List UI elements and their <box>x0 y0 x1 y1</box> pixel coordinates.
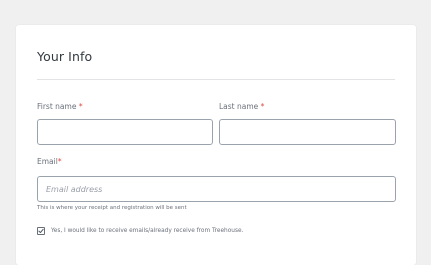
consent-row: Yes, I would like to receive emails/alre… <box>37 227 243 235</box>
first-name-label-text: First name <box>37 102 77 111</box>
consent-label: Yes, I would like to receive emails/alre… <box>51 228 244 234</box>
email-label: Email* <box>37 157 62 166</box>
divider <box>37 79 395 80</box>
consent-checkbox[interactable] <box>37 227 45 235</box>
section-title: Your Info <box>37 49 93 64</box>
required-asterisk: * <box>78 102 83 111</box>
email-help-text: This is where your receipt and registrat… <box>37 205 187 211</box>
email-input[interactable] <box>37 176 396 202</box>
last-name-input[interactable] <box>219 119 396 145</box>
your-info-card: Your Info First name * Last name * Email… <box>16 25 416 265</box>
required-asterisk: * <box>260 102 265 111</box>
last-name-label: Last name * <box>219 102 264 111</box>
first-name-input[interactable] <box>37 119 213 145</box>
email-label-text: Email <box>37 157 58 166</box>
first-name-label: First name * <box>37 102 83 111</box>
required-asterisk: * <box>57 157 62 166</box>
checkmark-icon <box>38 228 44 234</box>
last-name-label-text: Last name <box>219 102 259 111</box>
